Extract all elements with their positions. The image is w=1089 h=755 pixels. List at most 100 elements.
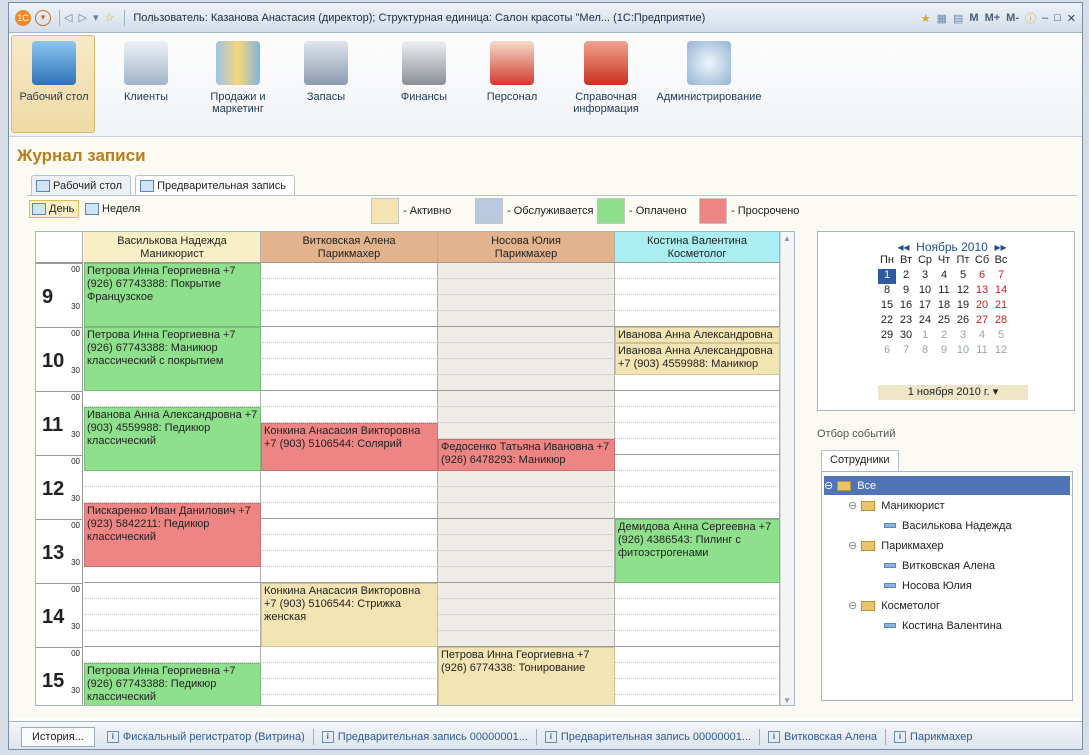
time-slot[interactable] [438, 471, 615, 487]
time-slot[interactable] [261, 471, 438, 487]
time-slot[interactable] [261, 407, 438, 423]
status-link[interactable]: i Парикмахер [894, 730, 972, 743]
calendar-day[interactable]: 3 [916, 269, 934, 284]
appointment[interactable]: Демидова Анна Сергеевна +7 (926) 4386543… [615, 519, 780, 583]
appointment[interactable]: Пискаренко Иван Данилович +7 (923) 58422… [84, 503, 261, 567]
calendar-day[interactable]: 5 [992, 329, 1010, 344]
calendar-day[interactable]: 26 [954, 314, 972, 329]
time-slot[interactable] [615, 503, 780, 519]
time-slot[interactable] [84, 583, 261, 599]
calendar-day[interactable]: 22 [878, 314, 896, 329]
tree-item[interactable]: Витковская Алена [884, 556, 1082, 575]
time-slot[interactable] [438, 295, 615, 311]
calendar-date-selector[interactable]: 1 ноября 2010 г. ▾ [878, 385, 1028, 400]
forward-arrow-icon[interactable]: ▷ [78, 11, 86, 24]
appointment[interactable]: Конкина Анасасия Викторовна +7 (903) 510… [261, 423, 438, 471]
appointment[interactable]: Конкина Анасасия Викторовна +7 (903) 510… [261, 583, 438, 647]
time-slot[interactable] [84, 487, 261, 503]
time-slot[interactable] [261, 519, 438, 535]
appointment[interactable]: Петрова Инна Георгиевна +7 (926) 6774338… [438, 647, 615, 705]
calendar-day[interactable]: 27 [973, 314, 991, 329]
time-slot[interactable] [438, 599, 615, 615]
calendar-day[interactable]: 2 [897, 269, 915, 284]
time-slot[interactable] [438, 359, 615, 375]
calendar-day[interactable]: 13 [973, 284, 991, 299]
calendar-day[interactable]: 29 [878, 329, 896, 344]
time-slot[interactable] [261, 359, 438, 375]
time-slot[interactable] [261, 487, 438, 503]
calendar-day[interactable]: 12 [992, 344, 1010, 359]
section-desktop[interactable]: Рабочий стол [9, 41, 99, 103]
calendar-day[interactable]: 20 [973, 299, 991, 314]
calendar-day[interactable]: 16 [897, 299, 915, 314]
calendar-day[interactable]: 30 [897, 329, 915, 344]
appointment[interactable]: Петрова Инна Георгиевна +7 (926) 6774338… [84, 327, 261, 391]
m-button[interactable]: M [969, 12, 978, 24]
time-slot[interactable] [438, 551, 615, 567]
appointment[interactable]: Федосенко Татьяна Ивановна +7 (926) 6478… [438, 439, 615, 471]
vertical-scrollbar[interactable]: ▲ ▼ [780, 232, 794, 705]
calendar-day[interactable]: 18 [935, 299, 953, 314]
info-icon[interactable]: ⓘ [1025, 10, 1036, 26]
m-minus-button[interactable]: M- [1006, 12, 1019, 24]
week-view-button[interactable]: Неделя [83, 200, 144, 218]
calendar-day[interactable]: 9 [897, 284, 915, 299]
time-slot[interactable] [438, 583, 615, 599]
calendar-day[interactable]: 9 [935, 344, 953, 359]
time-slot[interactable] [438, 311, 615, 327]
calendar-day[interactable]: 10 [916, 284, 934, 299]
section-sales[interactable]: Продажи и маркетинг [193, 41, 283, 115]
section-clients[interactable]: Клиенты [101, 41, 191, 103]
time-slot[interactable] [261, 343, 438, 359]
time-slot[interactable] [438, 327, 615, 343]
appointment[interactable]: Иванова Анна Александровна [615, 327, 780, 343]
calendar-day[interactable]: 5 [954, 269, 972, 284]
time-slot[interactable] [438, 407, 615, 423]
time-slot[interactable] [261, 375, 438, 391]
time-slot[interactable] [615, 647, 780, 663]
time-slot[interactable] [615, 391, 780, 407]
time-slot[interactable] [84, 599, 261, 615]
time-slot[interactable] [615, 631, 780, 647]
calendar-day[interactable]: 8 [916, 344, 934, 359]
time-slot[interactable] [615, 407, 780, 423]
calendar-day[interactable]: 24 [916, 314, 934, 329]
scroll-down-icon[interactable]: ▼ [783, 696, 791, 705]
appointment[interactable]: Петрова Инна Георгиевна +7 (926) 6774338… [84, 263, 261, 327]
calendar-icon[interactable]: ▦ [937, 12, 947, 25]
calendar-day[interactable]: 4 [973, 329, 991, 344]
appointment[interactable]: Иванова Анна Александровна +7 (903) 4559… [84, 407, 261, 471]
time-slot[interactable] [261, 695, 438, 705]
status-link[interactable]: i Фискальный регистратор (Витрина) [106, 730, 305, 743]
time-slot[interactable] [438, 535, 615, 551]
status-link[interactable]: i Предварительная запись 00000001... [544, 730, 751, 743]
time-slot[interactable] [261, 567, 438, 583]
schedule-grid[interactable]: 9 00 30 10 00 30 11 00 30 12 00 30 13 00 30 14 00 30 15 00 3… [35, 231, 795, 706]
calendar-day[interactable]: 1 [916, 329, 934, 344]
calendar-day[interactable]: 19 [954, 299, 972, 314]
time-slot[interactable] [615, 487, 780, 503]
menu-dropdown-icon[interactable]: ▾ [35, 9, 51, 26]
time-slot[interactable] [615, 439, 780, 455]
time-slot[interactable] [261, 263, 438, 279]
time-slot[interactable] [438, 519, 615, 535]
m-plus-button[interactable]: M+ [985, 12, 1001, 24]
calendar-day[interactable]: 15 [878, 299, 896, 314]
calendar-day[interactable]: 2 [935, 329, 953, 344]
status-link[interactable]: i Витковская Алена [768, 730, 877, 743]
time-slot[interactable] [261, 327, 438, 343]
history-dropdown-icon[interactable]: ▾ [93, 11, 99, 24]
day-view-button[interactable]: День [29, 200, 80, 218]
back-arrow-icon[interactable]: ◁ [64, 11, 72, 24]
time-slot[interactable] [84, 391, 261, 407]
status-link[interactable]: i Предварительная запись 00000001... [321, 730, 528, 743]
section-reference[interactable]: Справочная информация [561, 41, 651, 115]
calendar-day[interactable]: 8 [878, 284, 896, 299]
time-slot[interactable] [261, 647, 438, 663]
time-slot[interactable] [261, 663, 438, 679]
tree-group[interactable]: ⊖ Косметолог [848, 596, 1068, 615]
calendar-day[interactable]: 21 [992, 299, 1010, 314]
calendar-day[interactable]: 25 [935, 314, 953, 329]
calendar-day[interactable]: 6 [878, 344, 896, 359]
calendar-day[interactable]: 17 [916, 299, 934, 314]
